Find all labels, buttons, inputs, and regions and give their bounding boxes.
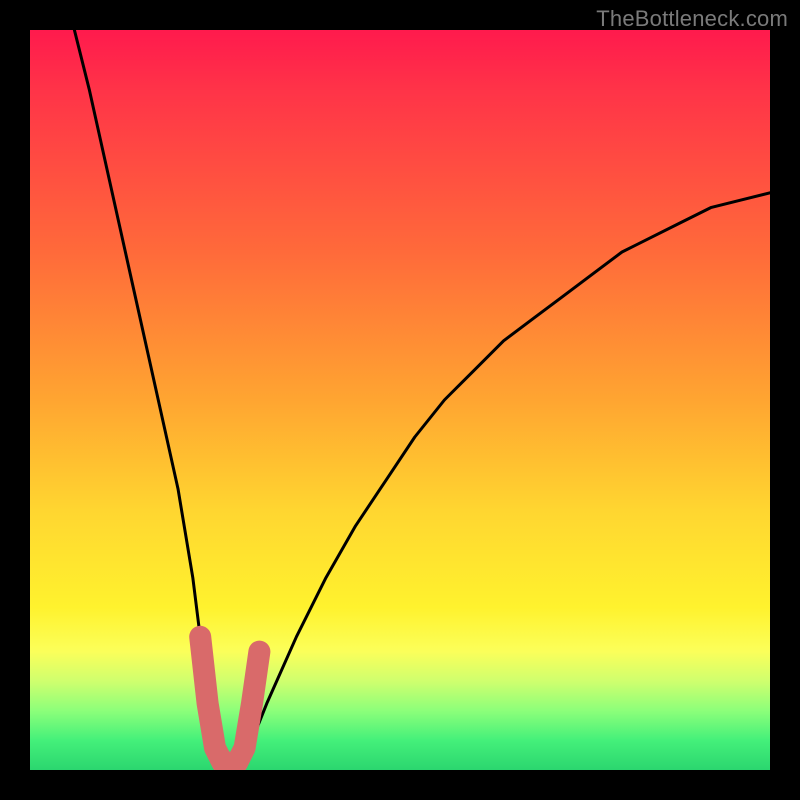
curve-layer — [30, 30, 770, 770]
min-region-marker — [200, 637, 259, 763]
bottleneck-curve — [74, 30, 770, 763]
plot-area — [30, 30, 770, 770]
chart-frame: TheBottleneck.com — [0, 0, 800, 800]
watermark-label: TheBottleneck.com — [596, 6, 788, 32]
